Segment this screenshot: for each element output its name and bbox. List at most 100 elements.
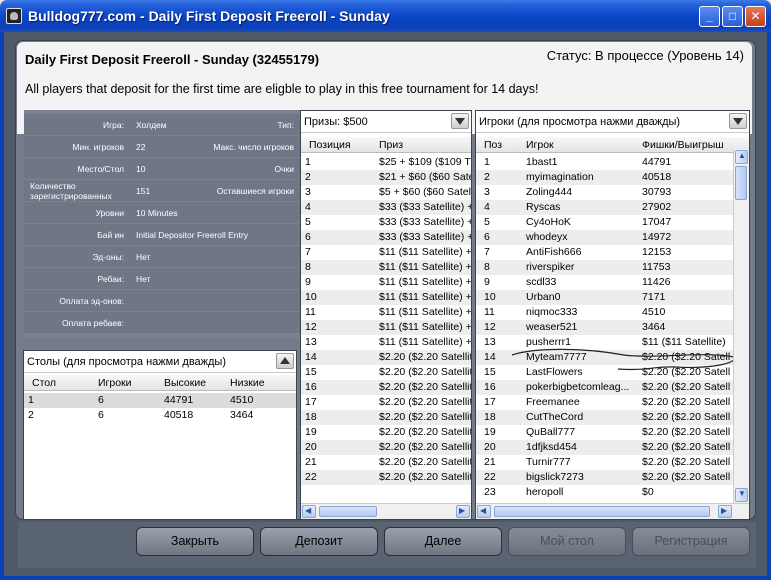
- table-row[interactable]: 6 whodeyx 14972: [476, 230, 733, 245]
- cell: $2.20 ($2.20 Satellit: [379, 426, 471, 438]
- table-row[interactable]: 2 6 40518 3464: [24, 408, 296, 423]
- col-high[interactable]: Высокие: [164, 377, 206, 389]
- col-low[interactable]: Низкие: [230, 377, 265, 389]
- col-table[interactable]: Стол: [32, 377, 56, 389]
- scrollbar-thumb[interactable]: [319, 506, 377, 517]
- table-row[interactable]: 1 1bast1 44791: [476, 155, 733, 170]
- table-row[interactable]: 16 pokerbigbetcomleag... $2.20 ($2.20 Sate…: [476, 380, 733, 395]
- scrollbar-thumb[interactable]: [735, 166, 747, 200]
- table-row[interactable]: 9 scdl33 11426: [476, 275, 733, 290]
- scroll-left-button[interactable]: ◀: [477, 505, 491, 518]
- table-row[interactable]: 4 Ryscas 27902: [476, 200, 733, 215]
- cell: niqmoc333: [526, 306, 578, 318]
- table-row[interactable]: 9 $11 ($11 Satellite) +: [301, 275, 471, 290]
- table-row[interactable]: 11 niqmoc333 4510: [476, 305, 733, 320]
- players-vscrollbar[interactable]: ▲ ▼: [733, 149, 749, 503]
- table-row[interactable]: 19 QuBall777 $2.20 ($2.20 Satell: [476, 425, 733, 440]
- players-hscrollbar[interactable]: ◀ ▶: [476, 503, 749, 519]
- table-row[interactable]: 14 $2.20 ($2.20 Satellit: [301, 350, 471, 365]
- table-row[interactable]: 20 $2.20 ($2.20 Satellit: [301, 440, 471, 455]
- cell: $2.20 ($2.20 Satellit: [379, 456, 471, 468]
- table-row[interactable]: 21 Turnir777 $2.20 ($2.20 Satell: [476, 455, 733, 470]
- tables-collapse-button[interactable]: [276, 353, 294, 369]
- table-row[interactable]: 8 riverspiker 11753: [476, 260, 733, 275]
- col-position[interactable]: Позиция: [309, 139, 351, 151]
- table-row[interactable]: 3 $5 + $60 ($60 Satell: [301, 185, 471, 200]
- close-window-button[interactable]: ✕: [745, 6, 766, 27]
- table-row[interactable]: 1 $25 + $109 ($109 T: [301, 155, 471, 170]
- table-row[interactable]: 10 Urban0 7171: [476, 290, 733, 305]
- tables-list[interactable]: Столы (для просмотра нажми дважды) Стол …: [23, 350, 297, 520]
- seat-value: 10: [136, 164, 146, 174]
- table-row[interactable]: 22 bigslick7273 $2.20 ($2.20 Satell: [476, 470, 733, 485]
- table-row[interactable]: 8 $11 ($11 Satellite) +: [301, 260, 471, 275]
- table-row[interactable]: 12 $11 ($11 Satellite) +: [301, 320, 471, 335]
- table-row[interactable]: 13 $11 ($11 Satellite) +: [301, 335, 471, 350]
- table-row[interactable]: 19 $2.20 ($2.20 Satellit: [301, 425, 471, 440]
- table-row[interactable]: 10 $11 ($11 Satellite) +: [301, 290, 471, 305]
- col-pos[interactable]: Поз: [484, 139, 502, 151]
- maximize-button[interactable]: □: [722, 6, 743, 27]
- table-row[interactable]: 17 Freemanee $2.20 ($2.20 Satell: [476, 395, 733, 410]
- buyin-value: Initial Depositor Freeroll Entry: [136, 230, 248, 240]
- table-row[interactable]: 18 CutTheCord $2.20 ($2.20 Satell: [476, 410, 733, 425]
- col-chips[interactable]: Фишки/Выигрыш: [642, 139, 724, 151]
- my-table-button[interactable]: Мой стол: [508, 527, 626, 556]
- table-row[interactable]: 12 weaser521 3464: [476, 320, 733, 335]
- register-button[interactable]: Регистрация: [632, 527, 750, 556]
- prizes-header[interactable]: Призы: $500: [301, 111, 471, 133]
- cell: scdl33: [526, 276, 557, 288]
- cell: $0: [642, 486, 654, 498]
- prizes-dropdown-button[interactable]: [451, 113, 469, 129]
- table-row[interactable]: 2 $21 + $60 ($60 Satell: [301, 170, 471, 185]
- close-button[interactable]: Закрыть: [136, 527, 254, 556]
- table-row[interactable]: 7 $11 ($11 Satellite) +: [301, 245, 471, 260]
- players-dropdown-button[interactable]: [729, 113, 747, 129]
- table-row[interactable]: 5 Cy4oHoK 17047: [476, 215, 733, 230]
- deposit-button[interactable]: Депозит: [260, 527, 378, 556]
- table-row[interactable]: 20 1dfjksd454 $2.20 ($2.20 Satell: [476, 440, 733, 455]
- cell: 4: [305, 201, 311, 213]
- scroll-left-button[interactable]: ◀: [302, 505, 316, 518]
- col-player[interactable]: Игрок: [526, 139, 554, 151]
- cell: 3464: [642, 321, 666, 333]
- cell: 19: [305, 426, 317, 438]
- scroll-right-button[interactable]: ▶: [718, 505, 732, 518]
- title-bar[interactable]: Bulldog777.com - Daily First Deposit Fre…: [0, 0, 771, 32]
- players-header[interactable]: Игроки (для просмотра нажми дважды): [476, 111, 749, 133]
- prizes-hscrollbar[interactable]: ◀ ▶: [301, 503, 471, 519]
- table-row[interactable]: 16 $2.20 ($2.20 Satellit: [301, 380, 471, 395]
- table-row[interactable]: 21 $2.20 ($2.20 Satellit: [301, 455, 471, 470]
- table-row[interactable]: 6 $33 ($33 Satellite) +: [301, 230, 471, 245]
- col-prize[interactable]: Приз: [379, 139, 403, 151]
- table-row[interactable]: 7 AntiFish666 12153: [476, 245, 733, 260]
- table-row[interactable]: 11 $11 ($11 Satellite) +: [301, 305, 471, 320]
- table-row[interactable]: 1 6 44791 4510: [24, 393, 296, 408]
- window-client: Daily First Deposit Freeroll - Sunday (3…: [4, 32, 767, 576]
- players-list[interactable]: Игроки (для просмотра нажми дважды) Поз …: [475, 110, 750, 520]
- prizes-list[interactable]: Призы: $500 Позиция Приз 1 $25 + $109 ($1…: [300, 110, 472, 520]
- cell: 16: [484, 381, 496, 393]
- table-row[interactable]: 23 heropoll $0: [476, 485, 733, 500]
- levels-value: 10 Minutes: [136, 208, 178, 218]
- cell: $33 ($33 Satellite) +: [379, 231, 471, 243]
- players-columns: Поз Игрок Фишки/Выигрыш: [476, 137, 749, 153]
- scrollbar-thumb[interactable]: [494, 506, 710, 517]
- table-row[interactable]: 22 $2.20 ($2.20 Satellit: [301, 470, 471, 485]
- table-row[interactable]: 17 $2.20 ($2.20 Satellit: [301, 395, 471, 410]
- chevron-up-icon: [280, 357, 290, 364]
- cell: 18: [484, 411, 496, 423]
- table-row[interactable]: 3 Zoling444 30793: [476, 185, 733, 200]
- cell: 14972: [642, 231, 672, 243]
- table-row[interactable]: 18 $2.20 ($2.20 Satellit: [301, 410, 471, 425]
- scroll-up-button[interactable]: ▲: [735, 150, 748, 164]
- minimize-button[interactable]: _: [699, 6, 720, 27]
- table-row[interactable]: 15 $2.20 ($2.20 Satellit: [301, 365, 471, 380]
- col-players[interactable]: Игроки: [98, 377, 132, 389]
- table-row[interactable]: 2 myimagination 40518: [476, 170, 733, 185]
- table-row[interactable]: 4 $33 ($33 Satellite) +: [301, 200, 471, 215]
- scroll-down-button[interactable]: ▼: [735, 488, 748, 502]
- next-button[interactable]: Далее: [384, 527, 502, 556]
- table-row[interactable]: 5 $33 ($33 Satellite) +: [301, 215, 471, 230]
- scroll-right-button[interactable]: ▶: [456, 505, 470, 518]
